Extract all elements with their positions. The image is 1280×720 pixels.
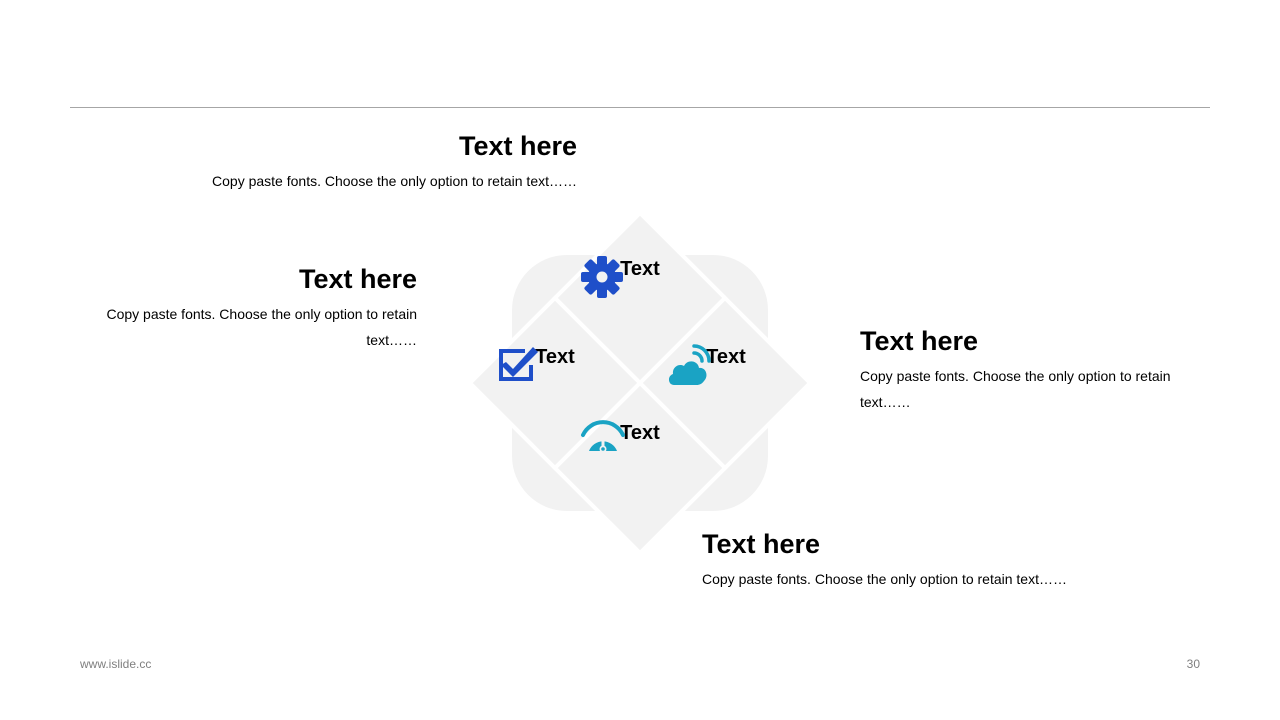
block-body: Copy paste fonts. Choose the only option… [702, 571, 1067, 587]
checkbox-icon [499, 347, 538, 381]
cell-right: Text [666, 343, 786, 385]
block-body: Copy paste fonts. Choose the only option… [212, 173, 577, 189]
block-body: Copy paste fonts. Choose the only option… [860, 368, 1171, 410]
text-block-top: Text here Copy paste fonts. Choose the o… [150, 130, 577, 194]
gear-icon [581, 256, 623, 298]
block-title: Text here [298, 264, 417, 294]
cell-bottom: Text [580, 419, 700, 453]
gauge-icon [581, 420, 625, 453]
page-number: 30 [1186, 657, 1200, 671]
diamond-diagram: Text Text Text Text [470, 213, 810, 553]
footer-url: www.islide.cc [80, 657, 152, 671]
block-body: Copy paste fonts. Choose the only option… [106, 306, 417, 348]
block-title: Text here [458, 131, 577, 161]
cloud-signal-icon [668, 344, 711, 385]
cell-left: Text [495, 343, 615, 381]
header-divider [70, 107, 1210, 108]
text-block-left: Text here Copy paste fonts. Choose the o… [70, 263, 417, 353]
cell-top: Text [580, 255, 700, 298]
block-title: Text here [860, 326, 979, 356]
text-block-right: Text here Copy paste fonts. Choose the o… [860, 325, 1200, 415]
